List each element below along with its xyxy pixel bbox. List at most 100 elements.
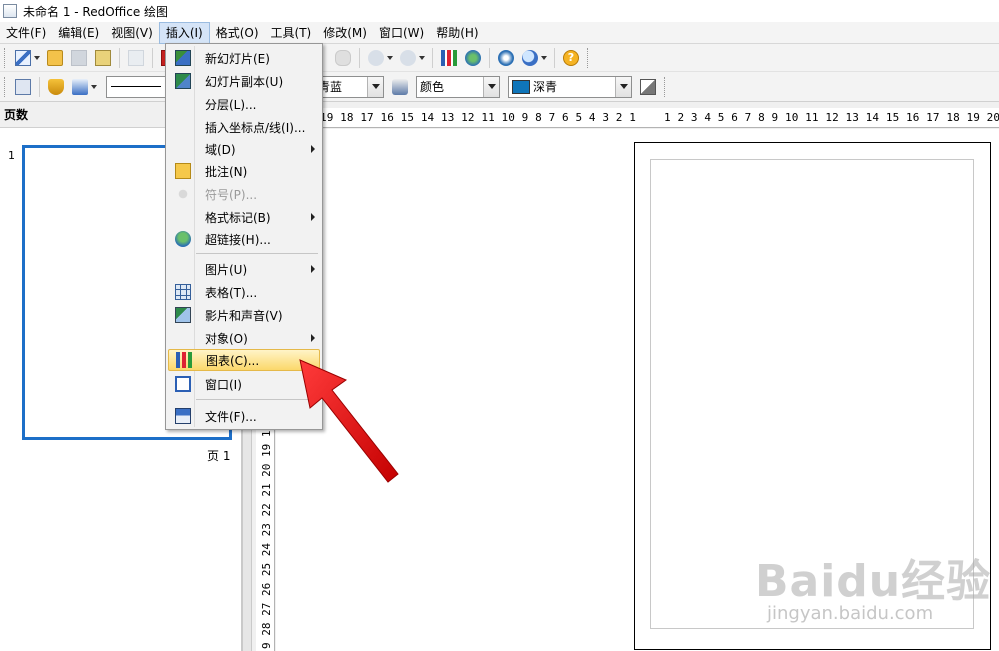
menu-item-file[interactable]: 文件(F)...: [168, 405, 320, 427]
menu-item-symbol[interactable]: 符号(P)...: [168, 183, 320, 205]
edit-file-button[interactable]: [126, 48, 146, 68]
horizontal-ruler[interactable]: 19 18 17 16 15 14 13 12 11 10 9 8 7 6 5 …: [252, 108, 999, 128]
file-icon: [175, 408, 191, 424]
menu-item-picture[interactable]: 图片(U): [168, 258, 320, 280]
line-color-dropdown-button[interactable]: [367, 76, 383, 97]
menu-item-frame[interactable]: 窗口(I): [168, 373, 320, 395]
menu-item-label: 新幻灯片(E): [205, 51, 270, 66]
toolbar-separator: [359, 47, 360, 68]
table-icon: [175, 284, 191, 300]
menu-item-label: 批注(N): [205, 164, 248, 179]
menu-file[interactable]: 文件(F): [0, 22, 52, 44]
shadow-button[interactable]: [638, 77, 658, 97]
menu-item-formatting-mark[interactable]: 格式标记(B): [168, 206, 320, 228]
submenu-arrow-icon: [311, 265, 315, 273]
shadow-icon: [640, 78, 656, 95]
fill-color-swatch: [512, 79, 530, 94]
movie-sound-icon: [175, 307, 191, 323]
menu-separator: [196, 253, 318, 254]
menu-format[interactable]: 格式(O): [210, 22, 265, 44]
page-setup-button[interactable]: [13, 77, 33, 97]
format-paintbrush-button[interactable]: [333, 48, 353, 68]
area-button[interactable]: [390, 77, 410, 97]
duplicate-slide-icon: [175, 73, 191, 89]
menu-item-new-slide[interactable]: 新幻灯片(E): [168, 47, 320, 69]
line-color-select[interactable]: 青蓝: [314, 75, 384, 98]
slide-number: 1: [8, 149, 15, 162]
new-document-button[interactable]: [13, 48, 33, 68]
toolbar-overflow-grip[interactable]: [664, 76, 667, 97]
chevron-down-icon: [619, 84, 628, 89]
drawing-canvas[interactable]: [276, 129, 999, 651]
menu-item-label: 格式标记(B): [205, 210, 271, 225]
ruler-left-scale: 19 18 17 16 15 14 13 12 11 10 9 8 7 6 5 …: [320, 111, 636, 124]
redo-button[interactable]: [398, 48, 418, 68]
toolbar-grip[interactable]: [4, 47, 7, 68]
paint-bucket-icon: [392, 78, 408, 95]
menu-help[interactable]: 帮助(H): [430, 22, 484, 44]
menu-item-layer[interactable]: 分层(L)...: [168, 93, 320, 115]
fill-color-select[interactable]: 深青: [508, 75, 632, 98]
menu-item-table[interactable]: 表格(T)...: [168, 281, 320, 303]
chart-icon: [441, 49, 457, 66]
line-button[interactable]: [46, 77, 66, 97]
toolbar-separator: [489, 47, 490, 68]
save-button[interactable]: [69, 48, 89, 68]
new-dropdown-arrow-icon[interactable]: [34, 55, 40, 60]
menu-item-label: 符号(P)...: [205, 187, 258, 202]
menu-item-duplicate-slide[interactable]: 幻灯片副本(U): [168, 70, 320, 92]
fill-type-value: 颜色: [420, 80, 445, 94]
toolbar-overflow-grip[interactable]: [587, 47, 590, 68]
fill-color-value: 深青: [533, 80, 558, 94]
help-button[interactable]: ?: [561, 48, 581, 68]
page-margin-border: [650, 159, 974, 629]
navigator-button[interactable]: [496, 48, 516, 68]
email-button[interactable]: [93, 48, 113, 68]
menu-item-label: 文件(F)...: [205, 409, 257, 424]
menu-item-movie-sound[interactable]: 影片和声音(V): [168, 304, 320, 326]
hyperlink-button[interactable]: [463, 48, 483, 68]
menu-item-fields[interactable]: 域(D): [168, 138, 320, 160]
toolbar-separator: [152, 47, 153, 68]
redo-dropdown-arrow-icon[interactable]: [419, 55, 425, 60]
menu-item-hyperlink[interactable]: 超链接(H)...: [168, 228, 320, 250]
menu-item-object[interactable]: 对象(O): [168, 327, 320, 349]
menu-window[interactable]: 窗口(W): [373, 22, 430, 44]
menu-view[interactable]: 视图(V): [105, 22, 159, 44]
menu-edit[interactable]: 编辑(E): [52, 22, 105, 44]
menu-item-label: 窗口(I): [205, 377, 242, 392]
ruler-right-scale: 1 2 3 4 5 6 7 8 9 10 11 12 13 14 15 16 1…: [664, 111, 999, 124]
undo-dropdown-arrow-icon[interactable]: [387, 55, 393, 60]
menu-bar: 文件(F) 编辑(E) 视图(V) 插入(I) 格式(O) 工具(T) 修改(M…: [0, 21, 999, 44]
zoom-icon: [522, 49, 538, 66]
menu-modify[interactable]: 修改(M): [317, 22, 373, 44]
insert-chart-button[interactable]: [439, 48, 459, 68]
menu-item-label: 图片(U): [205, 262, 248, 277]
fill-type-dropdown-button[interactable]: [483, 76, 499, 97]
submenu-arrow-icon: [311, 334, 315, 342]
menu-item-snap-point[interactable]: 插入坐标点/线(I)...: [168, 116, 320, 138]
line-style-select[interactable]: [106, 75, 166, 98]
fill-type-select[interactable]: 颜色: [416, 75, 500, 98]
toolbar-grip[interactable]: [4, 76, 7, 97]
menu-tools[interactable]: 工具(T): [265, 22, 318, 44]
menu-item-comment[interactable]: 批注(N): [168, 160, 320, 182]
fill-color-dropdown-button[interactable]: [615, 76, 631, 97]
frame-icon: [175, 376, 191, 392]
arrow-style-dropdown-arrow-icon[interactable]: [91, 84, 97, 89]
undo-button[interactable]: [366, 48, 386, 68]
arrow-style-button[interactable]: [70, 77, 90, 97]
menu-item-chart[interactable]: 图表(C)...: [168, 349, 320, 371]
new-document-icon: [15, 49, 31, 66]
menu-item-label: 影片和声音(V): [205, 308, 283, 323]
hyperlink-icon: [465, 49, 481, 66]
zoom-button[interactable]: [520, 48, 540, 68]
menu-item-label: 分层(L)...: [205, 97, 257, 112]
zoom-dropdown-arrow-icon[interactable]: [541, 55, 547, 60]
paintbrush-icon: [335, 49, 351, 66]
open-button[interactable]: [45, 48, 65, 68]
chevron-down-icon: [487, 84, 496, 89]
drawing-page[interactable]: [634, 142, 991, 650]
menu-insert[interactable]: 插入(I): [158, 21, 210, 44]
chevron-down-icon: [371, 84, 380, 89]
